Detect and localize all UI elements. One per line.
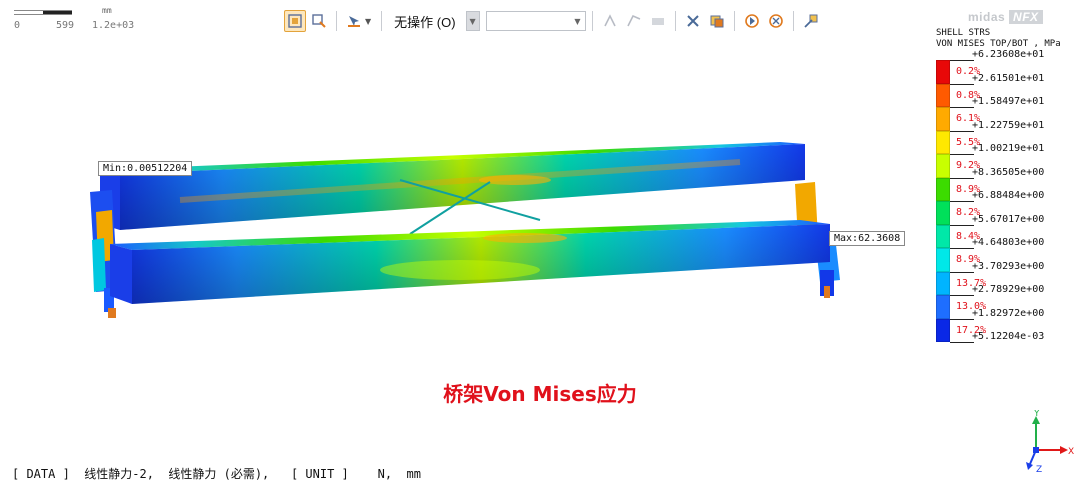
axis-z-label: Z [1036, 465, 1042, 475]
legend-color-band [936, 248, 950, 272]
bridge-frame-model[interactable] [60, 120, 880, 340]
select-dropdown-arrow[interactable]: ▼ [365, 17, 371, 26]
status-line: [ DATA ] 线性静力-2, 线性静力 (必需), [ UNIT ] N, … [12, 467, 421, 481]
scale-bar: mm 0 599 1.2e+03 [14, 6, 135, 31]
legend-color-band [936, 224, 950, 248]
chevron-down-icon: ▼ [469, 16, 476, 26]
view-toolbar: ▼ 无操作 (O) ▼ ▼ [284, 8, 822, 34]
element-icon[interactable] [623, 10, 645, 32]
toolbar-separator [733, 11, 735, 31]
legend-value: +3.70293e+00 [972, 260, 1045, 272]
front-girder[interactable] [110, 220, 830, 304]
fit-view-icon[interactable] [284, 10, 306, 32]
legend-tick [950, 130, 974, 132]
legend-tick [950, 342, 974, 343]
legend-color-band [936, 60, 950, 84]
select-icon[interactable] [343, 10, 365, 32]
legend-tick [950, 318, 974, 320]
legend-tick [950, 154, 974, 155]
legend-value: +6.88484e+00 [972, 190, 1045, 201]
axis-x-label: X [1068, 447, 1074, 457]
logo-product: NFX [1009, 10, 1043, 24]
plate-icon[interactable] [647, 10, 669, 32]
toolbar-separator [591, 11, 593, 31]
scale-bar-unit: mm [102, 6, 112, 15]
selection-combo[interactable]: ▼ [485, 11, 586, 31]
logo-text: midas [968, 10, 1006, 24]
legend-value: +1.00219e+01 [972, 143, 1045, 154]
legend-value: +1.22759e+01 [972, 119, 1045, 131]
legend-color-band [936, 295, 950, 319]
axis-y-label: Y [1033, 410, 1040, 419]
toolbar-separator [674, 11, 676, 31]
legend-value: +1.58497e+01 [972, 96, 1045, 107]
legend-color-band [936, 130, 950, 154]
scale-tick-0: 0 [14, 20, 21, 31]
legend-tick [950, 224, 974, 226]
operation-mode-label[interactable]: 无操作 (O) [394, 12, 455, 31]
scale-tick-1: 599 [56, 20, 75, 31]
figure-caption: 桥架Von Mises应力 [443, 382, 637, 406]
cancel-selection-icon[interactable] [682, 10, 704, 32]
legend-color-band [936, 177, 950, 201]
legend-tick [950, 83, 974, 85]
legend-value: +6.23608e+01 [972, 49, 1045, 60]
legend-color-band [936, 318, 950, 342]
legend-tick [950, 107, 974, 108]
shading-icon[interactable] [741, 10, 763, 32]
rotate-icon[interactable] [765, 10, 787, 32]
legend-value: +1.82972e+00 [972, 307, 1045, 319]
min-value-callout: Min:0.00512204 [98, 161, 193, 176]
legend-tick [950, 60, 974, 61]
scale-bar-line [14, 10, 72, 15]
legend-tick [950, 271, 974, 273]
legend-color-band [936, 83, 950, 107]
toolbar-separator [381, 11, 383, 31]
legend-tick [950, 248, 974, 249]
toolbar-separator [792, 11, 794, 31]
legend-value: +2.61501e+01 [972, 72, 1045, 84]
display-mode-icon[interactable] [706, 10, 728, 32]
zoom-window-icon[interactable] [308, 10, 330, 32]
legend-tick [950, 295, 974, 296]
legend-value: +4.64803e+00 [972, 237, 1045, 248]
pan-icon[interactable] [800, 10, 822, 32]
node-icon[interactable] [599, 10, 621, 32]
midas-nfx-logo: midas NFX [968, 10, 1072, 26]
legend-color-band [936, 201, 950, 225]
axis-triad-icon: Y X Z [1026, 410, 1074, 475]
legend-value: +2.78929e+00 [972, 284, 1045, 295]
legend-color-band [936, 154, 950, 178]
legend-value: +5.67017e+00 [972, 213, 1045, 225]
chevron-down-icon: ▼ [574, 16, 581, 26]
legend-value: +5.12204e-03 [972, 331, 1045, 342]
toolbar-separator [336, 11, 337, 31]
filter-dropdown[interactable]: ▼ [465, 11, 480, 31]
max-value-callout: Max:62.3608 [829, 231, 906, 246]
legend-color-band [936, 271, 950, 295]
legend-tick [950, 201, 974, 202]
legend-color-band [936, 107, 950, 131]
legend-value: +8.36505e+00 [972, 166, 1045, 178]
legend-tick [950, 177, 974, 179]
rear-girder[interactable] [100, 142, 805, 230]
scale-tick-2: 1.2e+03 [92, 20, 135, 31]
contour-legend: SHELL STRS VON MISES TOP/BOT , MPa 0.2% 0… [936, 28, 1076, 348]
legend-title: SHELL STRS [936, 28, 991, 38]
